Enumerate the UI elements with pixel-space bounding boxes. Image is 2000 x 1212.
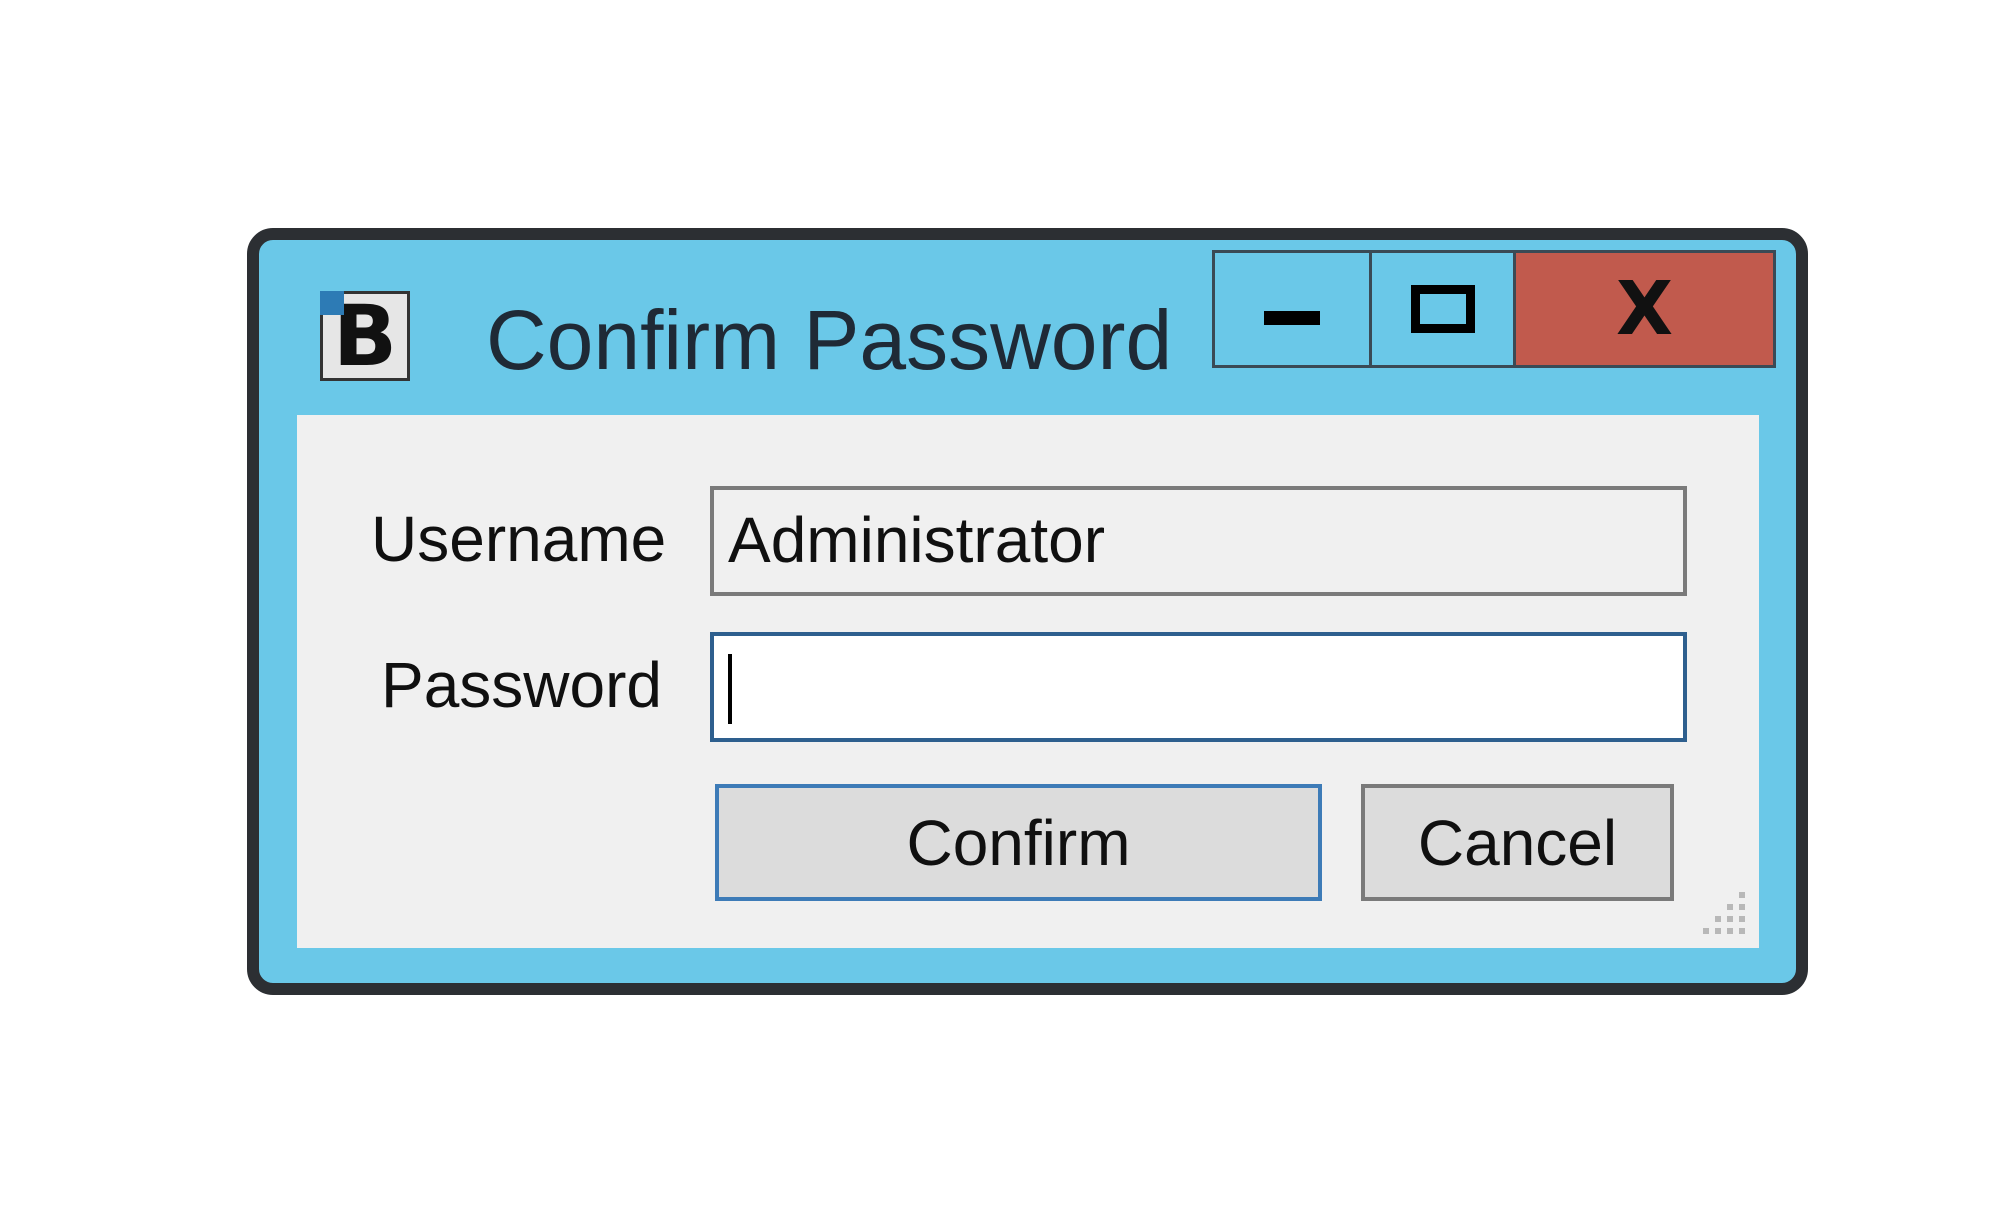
minimize-button[interactable] [1215, 253, 1372, 365]
window-title: Confirm Password [486, 293, 1173, 387]
app-icon-letter: B [332, 287, 398, 385]
username-value: Administrator [728, 504, 1105, 576]
confirm-password-dialog: B Confirm Password X Username Administra… [247, 228, 1808, 995]
resize-grip-icon[interactable] [1701, 890, 1745, 934]
cancel-button[interactable]: Cancel [1361, 784, 1674, 901]
maximize-icon [1410, 285, 1475, 333]
close-icon: X [1615, 266, 1674, 352]
caption-buttons: X [1212, 250, 1776, 368]
password-label: Password [381, 649, 662, 721]
password-field[interactable] [710, 632, 1687, 742]
confirm-button[interactable]: Confirm [715, 784, 1322, 901]
close-button[interactable]: X [1516, 253, 1773, 365]
page: B Confirm Password X Username Administra… [0, 0, 2000, 1212]
dialog-client-area: Username Administrator Password Confirm … [297, 415, 1759, 948]
username-label: Username [371, 503, 667, 575]
text-caret [728, 654, 732, 724]
username-field[interactable]: Administrator [710, 486, 1687, 596]
minimize-icon [1264, 311, 1320, 325]
maximize-button[interactable] [1372, 253, 1516, 365]
app-icon: B [320, 291, 410, 381]
